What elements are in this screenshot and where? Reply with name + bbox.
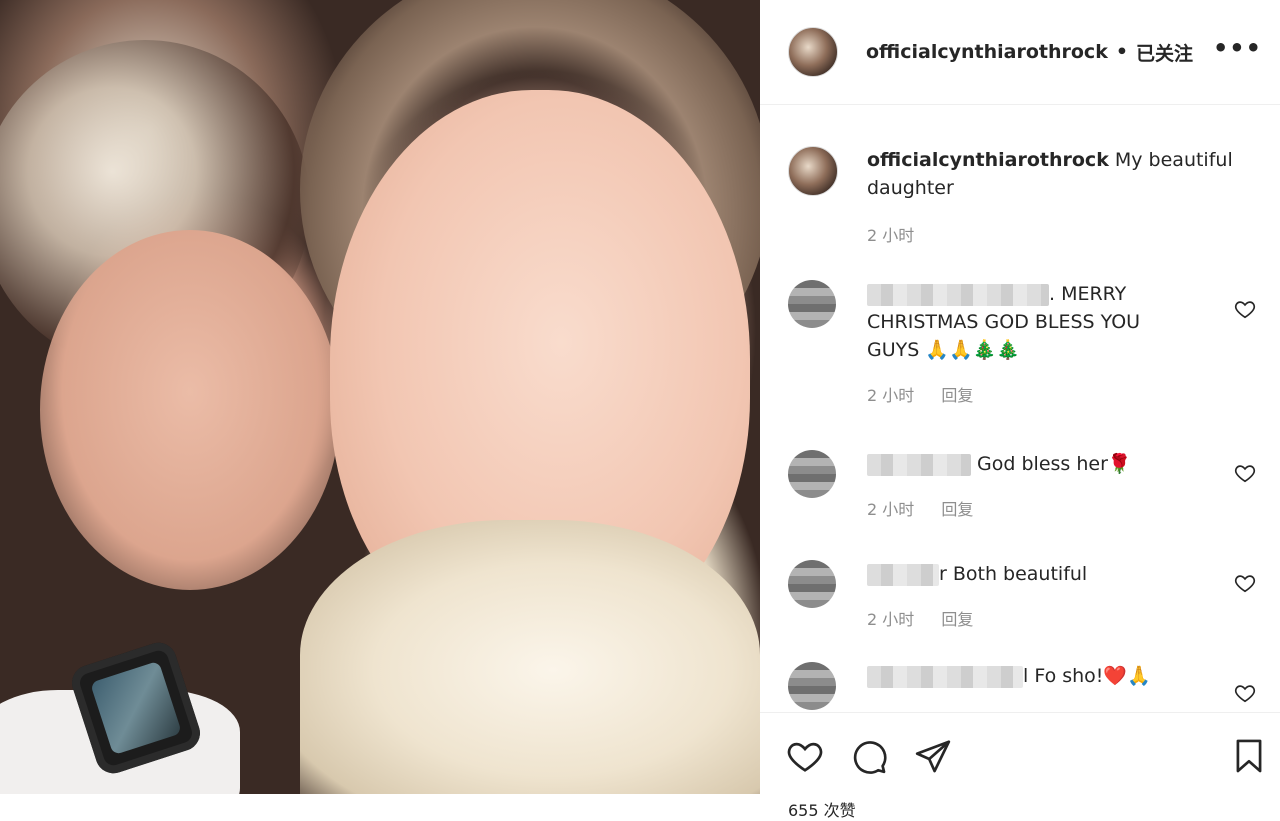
- heart-icon[interactable]: [786, 737, 824, 775]
- comment-body: . MERRY CHRISTMAS GOD BLESS YOU GUYS 🙏🙏🎄…: [867, 280, 1197, 364]
- commenter-avatar[interactable]: [788, 560, 836, 608]
- commenter-avatar[interactable]: [788, 450, 836, 498]
- comment-time: 2 小时: [867, 386, 915, 405]
- caption-time: 2 小时: [867, 226, 915, 245]
- comment-body: r Both beautiful: [867, 560, 1197, 588]
- reply-button[interactable]: 回复: [941, 500, 973, 519]
- post-photo[interactable]: [0, 0, 760, 794]
- separator-dot: •: [1115, 41, 1128, 63]
- face-left: [40, 230, 340, 590]
- caption-username[interactable]: officialcynthiarothrock: [867, 149, 1109, 171]
- caption-meta: 2 小时: [867, 222, 1258, 246]
- follow-status[interactable]: 已关注: [1136, 39, 1193, 66]
- like-comment-icon[interactable]: [1234, 572, 1256, 594]
- comment-text: l Fo sho!❤️🙏: [1023, 665, 1151, 687]
- comment-icon[interactable]: [850, 737, 888, 775]
- bookmark-icon[interactable]: [1230, 737, 1268, 775]
- blurred-username: [867, 563, 939, 586]
- like-comment-icon[interactable]: [1234, 682, 1256, 704]
- comment-body: l Fo sho!❤️🙏: [867, 662, 1197, 690]
- blonde-hair: [300, 520, 760, 794]
- post-header: officialcynthiarothrock • 已关注 •••: [760, 0, 1280, 105]
- comment-meta: 2 小时 回复: [867, 496, 1258, 520]
- comments-list[interactable]: officialcynthiarothrock My beautiful dau…: [760, 104, 1280, 712]
- list-item: l Fo sho!❤️🙏: [788, 662, 1258, 710]
- more-options-icon[interactable]: •••: [1213, 34, 1262, 62]
- list-item: r Both beautiful 2 小时 回复: [788, 560, 1258, 630]
- blurred-username: [867, 283, 1049, 306]
- list-item: God bless her🌹 2 小时 回复: [788, 450, 1258, 520]
- reply-button[interactable]: 回复: [941, 610, 973, 629]
- reply-button[interactable]: 回复: [941, 386, 973, 405]
- caption: officialcynthiarothrock My beautiful dau…: [788, 146, 1258, 246]
- author-avatar[interactable]: [788, 146, 838, 196]
- likes-count[interactable]: 655 次赞: [788, 797, 856, 821]
- comment-text: r Both beautiful: [939, 563, 1088, 585]
- post-panel: officialcynthiarothrock • 已关注 ••• offici…: [760, 0, 1280, 820]
- comment-meta: 2 小时 回复: [867, 382, 1258, 406]
- like-comment-icon[interactable]: [1234, 298, 1256, 320]
- blurred-username: [867, 453, 971, 476]
- comment-time: 2 小时: [867, 610, 915, 629]
- comment-time: 2 小时: [867, 500, 915, 519]
- action-bar: 655 次赞: [760, 712, 1280, 820]
- like-comment-icon[interactable]: [1234, 462, 1256, 484]
- commenter-avatar[interactable]: [788, 662, 836, 710]
- comment-text: God bless her🌹: [977, 453, 1132, 475]
- author-username[interactable]: officialcynthiarothrock: [866, 41, 1108, 63]
- share-icon[interactable]: [914, 737, 952, 775]
- caption-body: officialcynthiarothrock My beautiful dau…: [867, 146, 1237, 202]
- blurred-username: [867, 665, 1023, 688]
- comment-meta: 2 小时 回复: [867, 606, 1258, 630]
- author-avatar[interactable]: [788, 27, 838, 77]
- comment-body: God bless her🌹: [867, 450, 1197, 478]
- commenter-avatar[interactable]: [788, 280, 836, 328]
- list-item: . MERRY CHRISTMAS GOD BLESS YOU GUYS 🙏🙏🎄…: [788, 280, 1258, 406]
